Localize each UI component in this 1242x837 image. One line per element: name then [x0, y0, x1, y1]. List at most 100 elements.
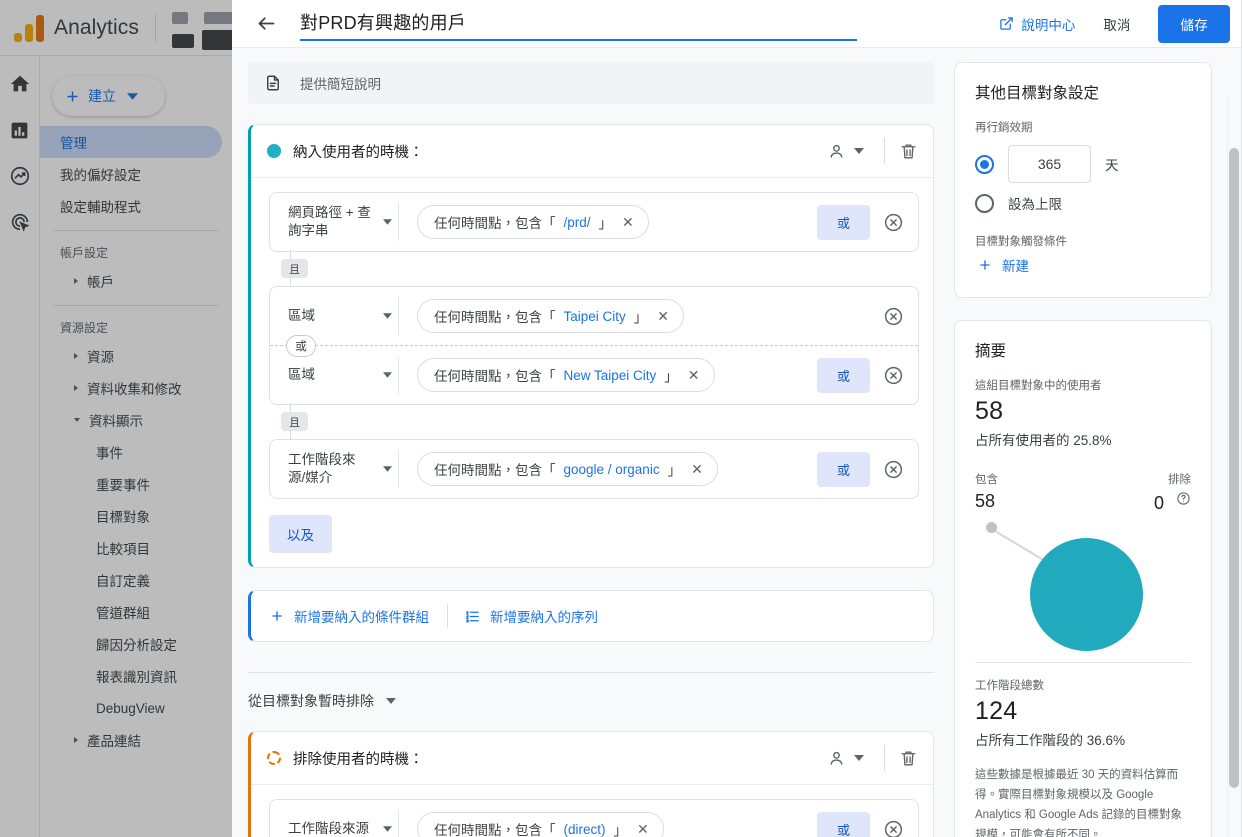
help-center-link[interactable]: 說明中心 [999, 14, 1075, 34]
filter-area: 任何時間點，包含「 google / organic 」 ✕ [399, 452, 817, 486]
dimension-caret[interactable] [376, 826, 398, 832]
filter-area: 任何時間點，包含「 New Taipei City 」 ✕ [399, 358, 817, 392]
include-scope-selector[interactable] [819, 136, 872, 167]
add-sequence-button[interactable]: 新增要納入的序列 [464, 606, 612, 626]
save-button[interactable]: 儲存 [1158, 4, 1230, 43]
dimension-caret[interactable] [376, 219, 398, 225]
cancel-button[interactable]: 取消 [1095, 8, 1138, 40]
modal-scrim[interactable] [0, 0, 232, 837]
summary-divider [975, 662, 1191, 663]
remove-condition-icon[interactable] [882, 364, 904, 386]
dimension-select[interactable]: 區域 [270, 287, 376, 345]
description-input[interactable]: 提供簡短說明 [248, 62, 934, 104]
remove-condition-icon[interactable] [882, 211, 904, 233]
dimension-caret[interactable] [376, 466, 398, 472]
plus-icon [980, 260, 990, 270]
arrow-left-icon[interactable] [254, 12, 278, 36]
summary-card: 摘要 這組目標對象中的使用者 58 占所有使用者的 25.8% 包含 58 排除… [954, 320, 1212, 837]
and-connector: 且 [269, 403, 919, 441]
condition-block: 工作階段來源/媒介 任何時間點，包含「 google / organic 」 ✕ [269, 439, 919, 499]
or-button[interactable]: 或 [816, 811, 870, 837]
remove-condition-icon[interactable] [882, 818, 904, 837]
chevron-down-icon[interactable] [386, 698, 396, 704]
or-button[interactable]: 或 [816, 204, 870, 240]
exclude-section-heading[interactable]: 從目標對象暫時排除 [248, 672, 934, 711]
exclude-card-title: 排除使用者的時機： [293, 751, 424, 768]
dimension-caret[interactable] [376, 313, 398, 319]
filter-chip[interactable]: 任何時間點，包含「 Taipei City 」 ✕ [417, 299, 685, 333]
dimension-label: 工作階段來源 [288, 820, 369, 836]
filter-prefix: 任何時間點，包含「 [434, 463, 556, 478]
help-circle-icon[interactable] [1176, 491, 1191, 506]
dimension-select[interactable]: 工作階段來源 [270, 800, 376, 837]
summary-footnote: 這些數據是根據最近 30 天的資料估算而得。實際目標對象規模以及 Google … [975, 769, 1183, 837]
audience-name-input[interactable]: 對PRD有興趣的用戶 [300, 7, 857, 41]
add-include-bar: 新增要納入的條件群組 新增要納入的序列 [248, 590, 934, 642]
filter-value: Taipei City [563, 308, 626, 324]
dimension-caret[interactable] [376, 372, 398, 378]
membership-days-row: 365 天 [975, 145, 1191, 183]
delete-include-group-button[interactable] [897, 140, 919, 162]
remove-filter-icon[interactable]: ✕ [655, 308, 671, 325]
include-card-header: 納入使用者的時機： [251, 125, 933, 178]
pie-leader-line [991, 528, 1046, 562]
panel-scrollbar-thumb[interactable] [1229, 148, 1239, 788]
filter-chip[interactable]: 任何時間點，包含「 google / organic 」 ✕ [417, 452, 718, 486]
remove-condition-icon[interactable] [882, 305, 904, 327]
summary-users-label: 這組目標對象中的使用者 [975, 380, 1102, 392]
chevron-down-icon [382, 466, 392, 472]
add-and-condition-button[interactable]: 以及 [269, 515, 332, 553]
remove-filter-icon[interactable]: ✕ [635, 821, 651, 837]
filter-chip[interactable]: 任何時間點，包含「 (direct) 」 ✕ [417, 812, 664, 837]
remove-filter-icon[interactable]: ✕ [689, 461, 705, 478]
dimension-select[interactable]: 區域 [270, 346, 376, 404]
include-indicator-icon [267, 144, 281, 158]
membership-nolimit-radio[interactable] [975, 193, 994, 213]
filter-value: (direct) [563, 821, 606, 837]
filter-prefix: 任何時間點，包含「 [434, 369, 556, 384]
dimension-select[interactable]: 工作階段來源/媒介 [270, 440, 376, 498]
condition-block: 工作階段來源 任何時間點，包含「 (direct) 」 ✕ 或 [269, 799, 919, 837]
exclude-card-body: 工作階段來源 任何時間點，包含「 (direct) 」 ✕ 或 [251, 785, 933, 837]
connector-line [290, 403, 291, 412]
panel-scrollbar-track[interactable] [1227, 96, 1242, 837]
filter-suffix: 」 [613, 823, 628, 837]
settings-column: 其他目標對象設定 再行銷效期 365 天 設為上限 目標對象觸發條件 新建 摘要… [954, 62, 1212, 837]
filter-chip[interactable]: 任何時間點，包含「 /prd/ 」 ✕ [417, 205, 649, 239]
summary-exclude-label: 排除 [1168, 474, 1191, 486]
membership-days-radio[interactable] [975, 154, 994, 174]
and-chip-label[interactable]: 且 [281, 259, 308, 278]
or-button[interactable]: 或 [816, 357, 870, 393]
condition-row: 工作階段來源 任何時間點，包含「 (direct) 」 ✕ 或 [270, 800, 918, 837]
editor-header: 對PRD有興趣的用戶 說明中心 取消 儲存 [232, 0, 1242, 48]
filter-chip[interactable]: 任何時間點，包含「 New Taipei City 」 ✕ [417, 358, 715, 392]
settings-card-title: 其他目標對象設定 [975, 85, 1100, 102]
exclude-heading-label: 從目標對象暫時排除 [248, 693, 374, 709]
remove-condition-icon[interactable] [882, 458, 904, 480]
remove-filter-icon[interactable]: ✕ [686, 367, 702, 384]
conditions-column: 提供簡短說明 納入使用者的時機： 網頁路徑 + 查詢字串 任何時間點，包含「 /… [248, 62, 934, 837]
delete-exclude-group-button[interactable] [897, 747, 919, 769]
dimension-select[interactable]: 網頁路徑 + 查詢字串 [270, 193, 376, 251]
filter-suffix: 」 [664, 369, 678, 384]
new-trigger-button[interactable]: 新建 [975, 255, 1191, 275]
add-condition-group-label: 新增要納入的條件群組 [294, 610, 429, 625]
plus-icon [272, 611, 282, 621]
membership-days-input[interactable]: 365 [1008, 145, 1091, 183]
chevron-down-icon [854, 755, 864, 761]
audience-pie-chart [975, 516, 1191, 656]
chevron-down-icon [382, 219, 392, 225]
remove-filter-icon[interactable]: ✕ [620, 214, 636, 231]
include-card-title: 納入使用者的時機： [293, 144, 424, 161]
list-ordered-icon [465, 610, 479, 623]
or-pill-label[interactable]: 或 [286, 335, 316, 357]
or-button-placeholder [826, 301, 870, 332]
audience-name-value: 對PRD有興趣的用戶 [300, 12, 467, 33]
exclude-scope-selector[interactable] [819, 743, 872, 774]
audience-builder-panel: 對PRD有興趣的用戶 說明中心 取消 儲存 提供簡短說明 納入使用者的時機： 網… [232, 0, 1242, 837]
add-condition-group-button[interactable]: 新增要納入的條件群組 [269, 606, 443, 626]
or-button[interactable]: 或 [816, 451, 870, 487]
summary-split: 包含 58 排除 0 [975, 471, 1191, 514]
and-chip-label[interactable]: 且 [281, 412, 308, 431]
filter-suffix: 」 [633, 310, 648, 325]
